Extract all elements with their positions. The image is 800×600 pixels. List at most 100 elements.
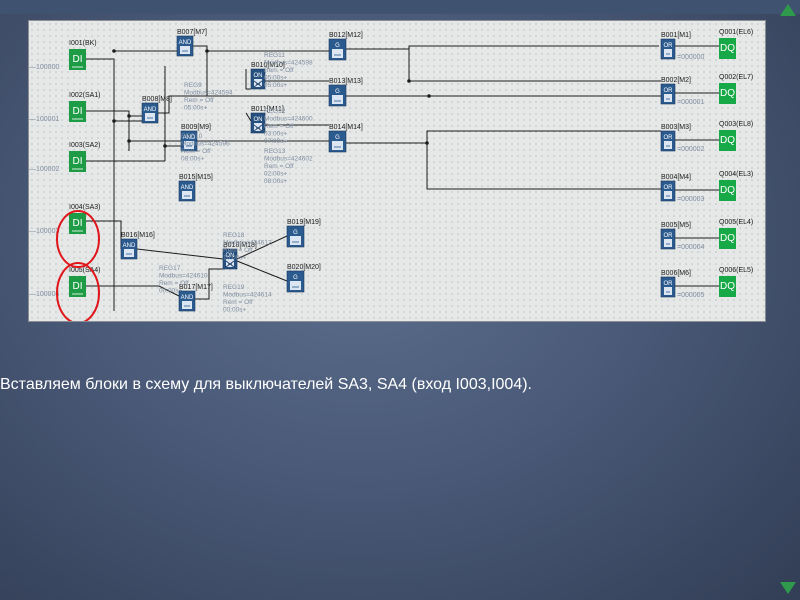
g-block-icon-area: [290, 281, 301, 290]
parameter-note-line: REG9: [184, 82, 202, 89]
parameter-note-line: REG11: [264, 52, 285, 59]
g-block-label: B019[M19]: [287, 219, 321, 226]
and-block: B017[M17]AND: [178, 284, 213, 312]
g-block: B014[M14] G: [328, 124, 363, 153]
or-block-icon-area: [664, 287, 672, 295]
and-block-icon-area: [182, 191, 192, 199]
output-label: Q005(EL4): [719, 219, 753, 226]
and-block-label: B015[M15]: [179, 174, 213, 181]
and-block-icon-area: [145, 113, 155, 121]
dq-block-text: DQ: [720, 185, 735, 196]
g-block-label: B014[M14]: [329, 124, 363, 131]
and-block-icon-area: [182, 301, 192, 309]
g-block-icon-area: [290, 236, 301, 245]
or-block-ref: =000003: [677, 196, 705, 203]
digital-output-block: Q004(EL3) DQ: [719, 171, 753, 201]
parameter-note-line: 00:00s+: [223, 307, 247, 314]
output-label: Q006(EL5): [719, 267, 753, 274]
or-block-label: B005[M5]: [661, 222, 691, 229]
and-block-label: B007[M7]: [177, 29, 207, 36]
parameter-note: REG9Modbus=424594Rem = Off05:00s+: [184, 82, 233, 112]
input-label: I005(SA4): [69, 267, 101, 274]
parameter-note-line: 03:00s+: [264, 131, 288, 138]
timer-block-type: ON: [254, 73, 263, 79]
or-block-type: OR: [664, 233, 674, 239]
parameter-note-line: 08:00s+: [181, 156, 205, 163]
parameter-note-line: Rem = Off: [223, 299, 253, 306]
and-block: B008[M8] AND: [141, 96, 172, 124]
and-block: B015[M15] AND: [178, 174, 213, 202]
parameter-note-line: Rem = Off: [181, 148, 211, 155]
block-layer: I001(BK) DI —100000 I002(SA1) DI —100001 I003(…: [29, 29, 753, 321]
output-label: Q002(EL7): [719, 74, 753, 81]
or-block-label: B003[M3]: [661, 124, 691, 131]
parameter-note-line: Rem = Off: [264, 67, 294, 74]
slide-top-bar: [0, 0, 800, 14]
or-block-ref: =000005: [677, 292, 705, 299]
or-block-label: B006[M6]: [661, 270, 691, 277]
or-block-ref: =000002: [677, 146, 705, 153]
timer-block-type: ON: [254, 117, 263, 123]
g-block-label: B012[M12]: [329, 32, 363, 39]
or-block-type: OR: [664, 43, 674, 49]
arrow-up-right-icon: [780, 4, 796, 16]
g-block: B020[M20] G: [286, 264, 321, 293]
or-block-label: B004[M4]: [661, 174, 691, 181]
or-block-label: B001[M1]: [661, 32, 691, 39]
g-block: B013[M13] G: [328, 78, 363, 107]
g-block-icon-area: [332, 49, 343, 58]
and-block-type: AND: [181, 185, 194, 191]
parameter-note-line: 08:00s+: [264, 178, 288, 185]
parameter-note-line: Modbus=424598: [264, 60, 313, 67]
g-block-type: G: [293, 230, 298, 236]
or-block-type: OR: [664, 135, 674, 141]
and-block-icon-area: [180, 46, 190, 54]
di-block-text: DI: [73, 54, 83, 65]
g-block-label: B020[M20]: [287, 264, 321, 271]
digital-output-block: Q001(EL6) DQ: [719, 29, 753, 59]
and-block-label: B008[M8]: [142, 96, 172, 103]
input-label: I002(SA1): [69, 92, 101, 99]
ladder-diagram-canvas[interactable]: I001(BK) DI —100000 I002(SA1) DI —100001 I003(…: [28, 20, 766, 322]
and-block: B007[M7] AND: [176, 29, 207, 57]
digital-input-block: I005(SA4) DI —100004: [29, 267, 101, 298]
g-block-icon-area: [332, 141, 343, 150]
and-block-type: AND: [144, 107, 157, 113]
input-ref: —100000: [29, 64, 59, 71]
and-block-type: AND: [181, 295, 194, 301]
g-block-icon-area: [332, 95, 343, 104]
dq-block-text: DQ: [720, 233, 735, 244]
input-label: I003(SA2): [69, 142, 101, 149]
parameter-note-line: Modbus=424594: [184, 90, 233, 97]
input-ref: —100004: [29, 291, 59, 298]
or-block-type: OR: [664, 88, 674, 94]
parameter-note-line: REG12: [264, 108, 286, 115]
or-block-icon-area: [664, 191, 672, 199]
dq-block-text: DQ: [720, 43, 735, 54]
slide-caption: Вставляем блоки в схему для выключателей…: [0, 376, 532, 393]
g-block-type: G: [335, 89, 340, 95]
input-ref: —100002: [29, 166, 59, 173]
output-label: Q003(EL8): [719, 121, 753, 128]
digital-input-block: I002(SA1) DI —100001: [29, 92, 101, 123]
or-block-ref: =000004: [677, 244, 705, 251]
input-ref: —100003: [29, 228, 59, 235]
parameter-note-line: Rem = Off: [184, 97, 214, 104]
parameter-note-line: 07:00s+: [264, 138, 288, 145]
parameter-note-line: REG10: [181, 133, 203, 140]
and-block-label: B009[M9]: [181, 124, 211, 131]
parameter-note-line: 00:00s+: [159, 288, 183, 295]
parameter-note: REG10Modbus=424596Rem = Off08:00s+: [181, 133, 230, 163]
dq-block-text: DQ: [720, 88, 735, 99]
parameter-note-line: REG18: [223, 232, 245, 239]
output-label: Q001(EL6): [719, 29, 753, 36]
input-ref: —100001: [29, 116, 59, 123]
g-block-type: G: [335, 135, 340, 141]
parameter-note-line: 05:00s+: [264, 75, 288, 82]
and-block-icon-area: [124, 249, 134, 257]
or-block-icon-area: [664, 141, 672, 149]
parameter-note: REG12Modbus=424600Rem = Off03:00s+07:00s…: [264, 108, 313, 145]
parameter-note-line: Modbus=424610: [159, 273, 208, 280]
parameter-note: REG13Modbus=424602Rem = Off02:00s+08:00s…: [264, 148, 313, 185]
di-block-text: DI: [73, 281, 83, 292]
